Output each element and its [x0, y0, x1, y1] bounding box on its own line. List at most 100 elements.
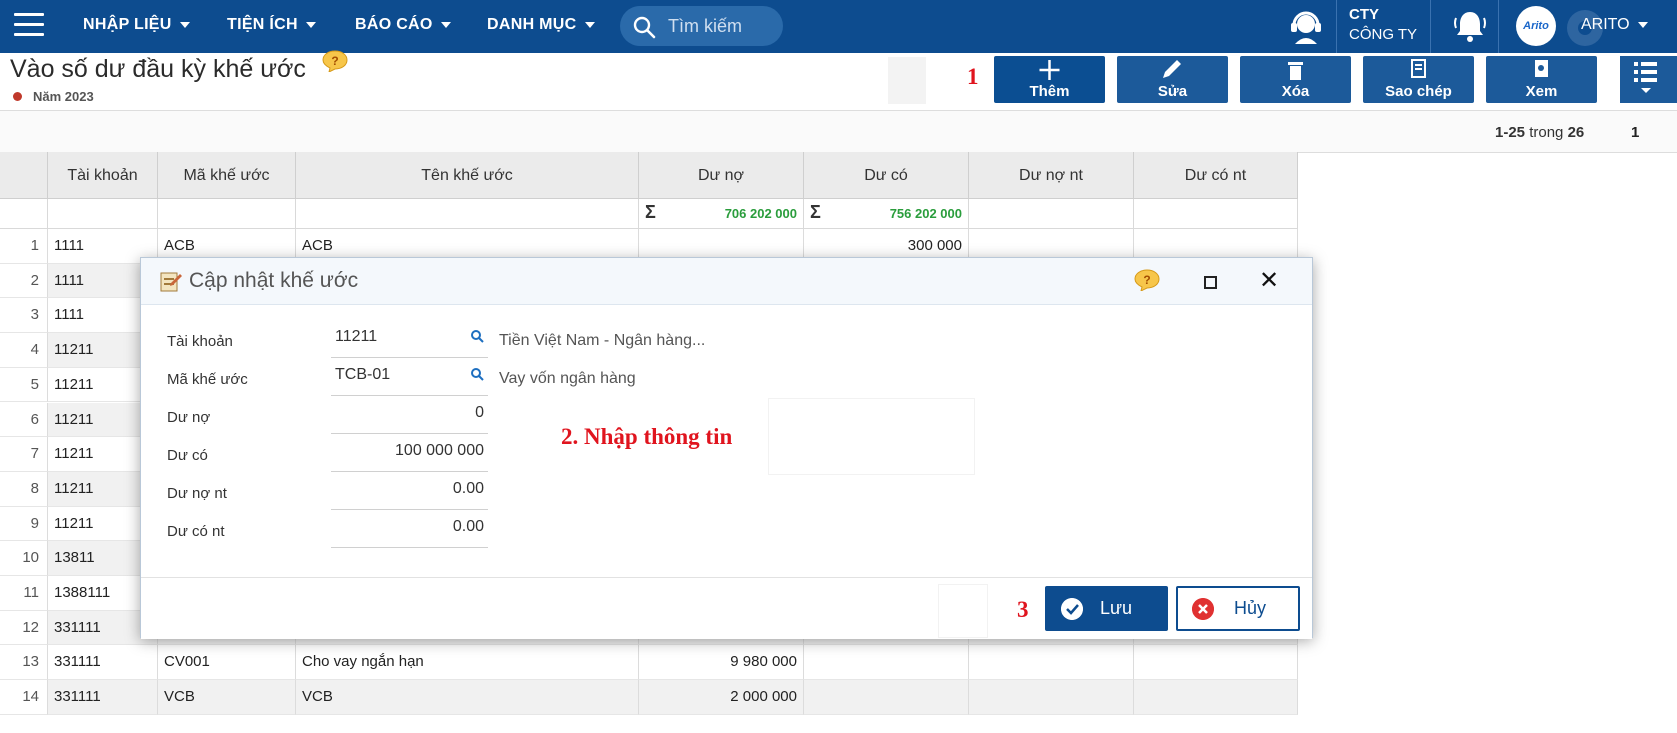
- sigma-icon: Σ: [810, 202, 821, 222]
- header-debit[interactable]: Dư nợ: [639, 152, 804, 199]
- help-bubble-icon[interactable]: ?: [322, 50, 348, 72]
- cell-code: VCB: [158, 680, 296, 715]
- sigma-icon: Σ: [645, 202, 656, 222]
- nav-divider: [1498, 0, 1499, 53]
- page-number-button[interactable]: 1: [1631, 124, 1639, 141]
- page-title: Vào số dư đầu kỳ khế ước: [10, 55, 306, 83]
- year-label: Năm 2023: [33, 89, 94, 104]
- blank-placeholder: [769, 399, 974, 474]
- delete-button[interactable]: Xóa: [1240, 56, 1351, 103]
- menu-bao-cao[interactable]: BÁO CÁO: [355, 16, 451, 34]
- view-button[interactable]: Xem: [1486, 56, 1597, 103]
- header-code[interactable]: Mã khế ước: [158, 152, 296, 199]
- header-credit-nt[interactable]: Dư có nt: [1134, 152, 1298, 199]
- menu-nhap-lieu[interactable]: NHẬP LIỆU: [83, 16, 190, 34]
- hamburger-menu-icon[interactable]: [14, 13, 44, 39]
- row-index: 12: [0, 610, 48, 646]
- save-button[interactable]: Lưu: [1045, 586, 1168, 631]
- lookup-search-icon[interactable]: [470, 367, 484, 381]
- search-box[interactable]: [620, 6, 783, 46]
- account-label: Tài khoản: [167, 333, 233, 350]
- cell-name: VCB: [296, 680, 639, 715]
- search-input[interactable]: [668, 14, 778, 38]
- sum-cell-credit: Σ 756 202 000: [804, 199, 969, 229]
- maximize-icon[interactable]: [1204, 276, 1217, 289]
- row-index: 1: [0, 229, 48, 264]
- svg-text:?: ?: [331, 54, 338, 68]
- sum-cell: [48, 199, 158, 229]
- debit-nt-field[interactable]: 0.00: [331, 472, 488, 510]
- header-account[interactable]: Tài khoản: [48, 152, 158, 199]
- cancel-circle-icon: [1192, 598, 1214, 620]
- status-dot: [13, 92, 22, 101]
- debit-nt-label: Dư nợ nt: [167, 485, 227, 502]
- dialog-footer: 3 Lưu Hủy: [141, 577, 1312, 639]
- sum-cell: [969, 199, 1134, 229]
- list-menu-icon: [1634, 62, 1657, 93]
- row-index: 9: [0, 506, 48, 542]
- row-index: 6: [0, 402, 48, 438]
- credit-nt-field[interactable]: 0.00: [331, 510, 488, 548]
- cancel-button[interactable]: Hủy: [1176, 586, 1300, 631]
- copy-icon: [1411, 59, 1426, 78]
- check-circle-icon: [1061, 598, 1083, 620]
- avatar[interactable]: Arito: [1516, 6, 1556, 46]
- add-button[interactable]: Thêm: [994, 56, 1105, 103]
- menu-label: DANH MỤC: [487, 16, 577, 33]
- blank-placeholder: [939, 585, 987, 637]
- account-description: Tiền Việt Nam - Ngân hàng...: [499, 332, 706, 349]
- edit-document-icon: [160, 272, 182, 292]
- caret-down-icon: [584, 21, 595, 28]
- update-contract-dialog: Cập nhật khế ước ? ✕ Tài khoản 11211 Tiề…: [140, 257, 1313, 639]
- trash-icon: [1288, 62, 1303, 80]
- delete-label: Xóa: [1281, 83, 1310, 100]
- close-icon[interactable]: ✕: [1259, 266, 1279, 295]
- menu-tien-ich[interactable]: TIỆN ÍCH: [227, 16, 316, 34]
- row-index: 14: [0, 680, 48, 715]
- caret-down-icon: [1637, 21, 1648, 28]
- more-actions-button[interactable]: [1620, 56, 1677, 103]
- copy-button[interactable]: Sao chép: [1363, 56, 1474, 103]
- menu-label: TIỆN ÍCH: [227, 16, 298, 33]
- header-credit[interactable]: Dư có: [804, 152, 969, 199]
- support-agent-icon[interactable]: [1287, 7, 1325, 45]
- step-annotation-3: 3: [1017, 597, 1029, 622]
- code-field[interactable]: TCB-01: [331, 358, 488, 396]
- menu-label: BÁO CÁO: [355, 16, 433, 33]
- cell-account: 331111: [48, 645, 158, 681]
- help-bubble-icon[interactable]: ?: [1134, 269, 1160, 291]
- debit-label: Dư nợ: [167, 409, 211, 426]
- lookup-search-icon[interactable]: [470, 329, 484, 343]
- menu-danh-muc[interactable]: DANH MỤC: [487, 16, 595, 34]
- sum-cell: [158, 199, 296, 229]
- step-annotation-2: 2. Nhập thông tin: [561, 424, 733, 449]
- plus-icon: [1039, 60, 1060, 80]
- sum-credit-value: 756 202 000: [889, 206, 962, 221]
- account-field[interactable]: 11211: [331, 320, 488, 358]
- save-label: Lưu: [1100, 598, 1133, 618]
- cell-credit: [804, 645, 969, 681]
- cell-code: CV001: [158, 645, 296, 681]
- credit-field[interactable]: 100 000 000: [331, 434, 488, 472]
- dialog-title: Cập nhật khế ước: [189, 269, 359, 292]
- cell-debit-nt: [969, 680, 1134, 715]
- cell-credit-nt: [1134, 680, 1298, 715]
- pencil-icon: [1163, 60, 1181, 78]
- pager-summary: 1-25 trong 26: [1495, 124, 1584, 141]
- header-name[interactable]: Tên khế ước: [296, 152, 639, 199]
- dialog-header: Cập nhật khế ước ? ✕: [141, 258, 1312, 305]
- sum-cell: [0, 199, 48, 229]
- credit-label: Dư có: [167, 447, 208, 464]
- cancel-label: Hủy: [1234, 598, 1267, 618]
- sum-cell: [1134, 199, 1298, 229]
- edit-button[interactable]: Sửa: [1117, 56, 1228, 103]
- user-menu[interactable]: ARITO: [1581, 16, 1648, 34]
- top-navbar: NHẬP LIỆU TIỆN ÍCH BÁO CÁO DANH MỤC CTY …: [0, 0, 1677, 53]
- credit-nt-label: Dư có nt: [167, 523, 225, 540]
- debit-field[interactable]: 0: [331, 396, 488, 434]
- add-label: Thêm: [1029, 83, 1070, 100]
- caret-down-icon: [440, 21, 451, 28]
- bell-icon[interactable]: [1452, 8, 1488, 44]
- company-selector[interactable]: CTY CÔNG TY: [1349, 5, 1417, 45]
- header-debit-nt[interactable]: Dư nợ nt: [969, 152, 1134, 199]
